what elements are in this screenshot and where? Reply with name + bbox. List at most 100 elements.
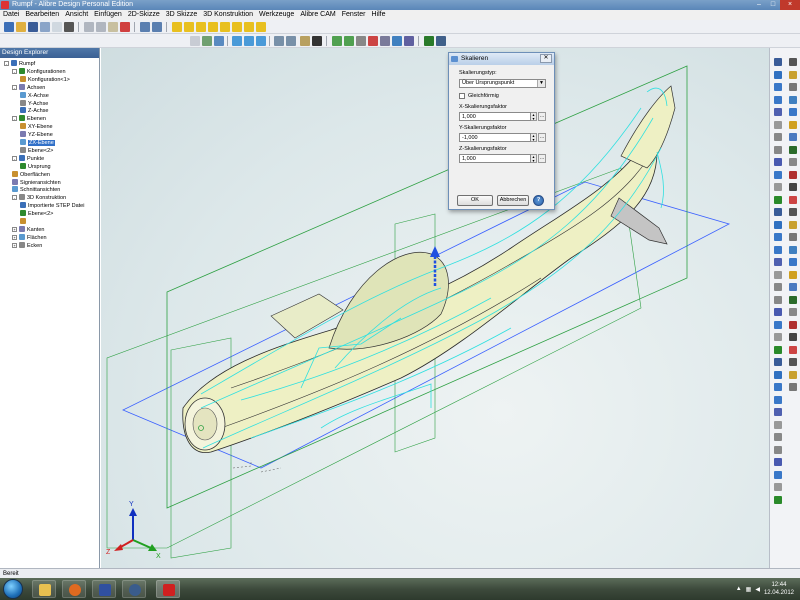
sketch-tool-icon[interactable] xyxy=(789,245,797,254)
tree-item[interactable]: + Flächen xyxy=(12,233,47,242)
sketch-tool-icon[interactable] xyxy=(774,433,782,441)
x-factor-more-button[interactable]: ... xyxy=(538,112,546,121)
sketch-tool-icon[interactable] xyxy=(789,208,797,216)
y-factor-more-button[interactable]: ... xyxy=(538,133,546,142)
sketch-tool-icon[interactable] xyxy=(789,183,797,191)
print-icon[interactable] xyxy=(64,22,74,32)
revolve-tool-icon[interactable] xyxy=(356,36,366,46)
sketch-tool-icon[interactable] xyxy=(774,358,782,366)
network-icon[interactable]: ▦ xyxy=(746,586,752,593)
model-canvas[interactable]: Y X Z xyxy=(101,48,769,568)
view-cube-bottom-icon[interactable] xyxy=(208,22,218,32)
menu-datei[interactable]: Datei xyxy=(3,10,19,20)
collapse-icon[interactable]: - xyxy=(12,84,17,90)
tree-item[interactable]: Signieransichten xyxy=(12,178,61,187)
uniform-checkbox-row[interactable]: Gleichförmig xyxy=(459,92,546,99)
dialog-close-button[interactable]: ✕ xyxy=(540,54,552,63)
scale-type-select[interactable]: Über Ursprungspunkt ▼ xyxy=(459,79,546,88)
view-normal-icon[interactable] xyxy=(256,22,266,32)
measure-tool-icon[interactable] xyxy=(368,36,378,46)
view-cube-top-icon[interactable] xyxy=(196,22,206,32)
zoom-in-icon[interactable] xyxy=(232,36,242,46)
sketch-tool-icon[interactable] xyxy=(774,233,782,241)
tree-item[interactable]: - Konfigurationen xyxy=(12,67,66,76)
copy-icon[interactable] xyxy=(96,22,106,32)
sketch-tool-icon[interactable] xyxy=(774,183,782,191)
sketch-tool-icon[interactable] xyxy=(789,58,797,66)
menu-einfuegen[interactable]: Einfügen xyxy=(94,10,122,20)
sketch-tool-icon[interactable] xyxy=(774,220,782,229)
collapse-icon[interactable]: - xyxy=(12,116,17,122)
sketch-tool-icon[interactable] xyxy=(774,170,782,179)
draw-tool-icon[interactable] xyxy=(380,36,390,46)
menu-ansicht[interactable]: Ansicht xyxy=(65,10,88,20)
z-factor-spinner[interactable]: ▲ ▼ xyxy=(531,154,538,163)
sketch-tool-icon[interactable] xyxy=(774,95,782,104)
sketch-tool-icon[interactable] xyxy=(789,258,797,266)
render-icon[interactable] xyxy=(312,36,322,46)
tree-item[interactable]: ZX-Ebene xyxy=(20,139,55,147)
sketch-tool-icon[interactable] xyxy=(789,295,797,304)
sketch-tool-icon[interactable] xyxy=(774,283,782,291)
tree-item[interactable]: Y-Achse xyxy=(20,99,48,108)
tail-rudder[interactable] xyxy=(610,197,668,245)
view-cube-back-icon[interactable] xyxy=(184,22,194,32)
tree-item[interactable]: Importierte STEP Datei xyxy=(20,202,84,210)
dialog-titlebar[interactable]: Skalieren ✕ xyxy=(449,53,554,65)
sketch-tool-icon[interactable] xyxy=(774,83,782,91)
sketch-tool-icon[interactable] xyxy=(789,370,797,379)
sketch-tool-icon[interactable] xyxy=(774,145,782,154)
chevron-down-icon[interactable]: ▼ xyxy=(537,80,545,87)
sketch-tool-icon[interactable] xyxy=(774,108,782,116)
tree-item[interactable]: Konfiguration<1> xyxy=(20,75,70,84)
zoom-window-icon[interactable] xyxy=(202,36,212,46)
tree-item[interactable]: - Punkte xyxy=(12,154,44,163)
sketch-tool-icon[interactable] xyxy=(774,258,782,266)
taskbar-firefox[interactable] xyxy=(62,580,86,598)
sketch-tool-icon[interactable] xyxy=(789,133,797,141)
undo-icon[interactable] xyxy=(140,22,150,32)
rotate-icon[interactable] xyxy=(214,36,224,46)
cut-icon[interactable] xyxy=(84,22,94,32)
sketch-tool-icon[interactable] xyxy=(789,320,797,329)
cancel-button[interactable]: Abbrechen xyxy=(497,195,529,206)
sketch-tool-icon[interactable] xyxy=(774,320,782,329)
maximize-button[interactable]: □ xyxy=(766,0,780,10)
sketch-tool-icon[interactable] xyxy=(774,445,782,454)
pan-right-icon[interactable] xyxy=(286,36,296,46)
tree-item[interactable]: - Achsen xyxy=(12,83,45,92)
sketch-tool-icon[interactable] xyxy=(774,295,782,304)
minimize-button[interactable]: – xyxy=(752,0,766,10)
sketch-tool-icon[interactable] xyxy=(774,308,782,316)
sketch-tool-icon[interactable] xyxy=(789,195,797,204)
sketch-tool-icon[interactable] xyxy=(789,83,797,91)
save-all-icon[interactable] xyxy=(40,22,50,32)
sketch-tool-icon[interactable] xyxy=(789,270,797,279)
open-folder-icon[interactable] xyxy=(16,22,26,32)
paste-icon[interactable] xyxy=(108,22,118,32)
sketch-tool-icon[interactable] xyxy=(789,170,797,179)
tree-item[interactable]: Schnittansichten xyxy=(12,186,60,194)
sketch-tool-icon[interactable] xyxy=(774,395,782,404)
sketch-tool-icon[interactable] xyxy=(774,333,782,341)
sketch-tool-icon[interactable] xyxy=(789,308,797,316)
sketch-tool-icon[interactable] xyxy=(774,470,782,479)
close-button[interactable]: × xyxy=(780,0,800,10)
tray-arrow-icon[interactable]: ▲ xyxy=(736,586,742,592)
taskbar-floppy[interactable] xyxy=(92,580,116,598)
menu-3d-skizze[interactable]: 3D Skizze xyxy=(166,10,198,20)
sketch-tool-icon[interactable] xyxy=(774,208,782,216)
collapse-icon[interactable]: - xyxy=(12,195,17,201)
sketch-tool-icon[interactable] xyxy=(774,345,782,354)
menu-hilfe[interactable]: Hilfe xyxy=(371,10,385,20)
tree-item[interactable]: - 3D Konstruktion xyxy=(12,194,66,202)
print-preview-icon[interactable] xyxy=(52,22,62,32)
sketch-tool-icon[interactable] xyxy=(789,145,797,154)
menu-2d-skizze[interactable]: 2D-Skizze xyxy=(128,10,160,20)
sketch-tool-icon[interactable] xyxy=(789,70,797,79)
collapse-icon[interactable]: - xyxy=(12,68,17,74)
x-factor-spinner[interactable]: ▲ ▼ xyxy=(531,112,538,121)
y-factor-input[interactable] xyxy=(459,133,531,142)
sketch-tool-icon[interactable] xyxy=(332,36,342,46)
sketch-tool-icon[interactable] xyxy=(774,370,782,379)
